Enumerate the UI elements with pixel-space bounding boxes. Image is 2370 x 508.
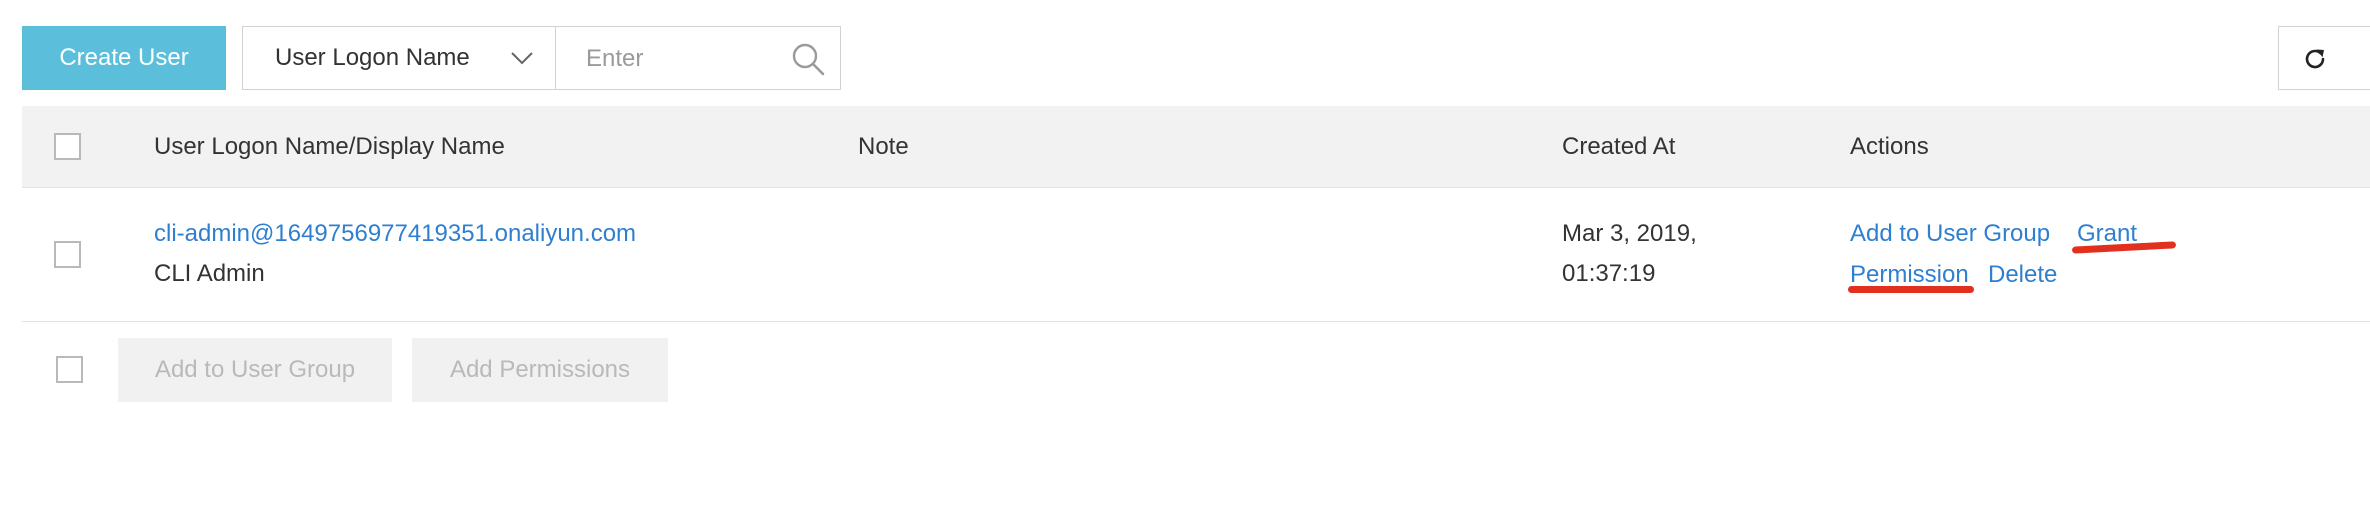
bulk-add-permissions-button[interactable]: Add Permissions	[412, 338, 668, 402]
filter-select-value: User Logon Name	[275, 44, 470, 71]
chevron-down-icon	[511, 52, 533, 65]
delete-user-action[interactable]: Delete	[1988, 255, 2057, 295]
refresh-icon	[2305, 49, 2325, 69]
created-at-date: Mar 3, 2019,	[1562, 220, 1697, 247]
table-header: User Logon Name/Display Name Note Create…	[22, 106, 2370, 188]
user-logon-name-link[interactable]: cli-admin@1649756977419351.onaliyun.com	[154, 214, 636, 254]
filter-field-select[interactable]: User Logon Name	[242, 26, 556, 90]
row-checkbox[interactable]	[54, 241, 81, 268]
column-header-note: Note	[858, 133, 909, 160]
users-table: User Logon Name/Display Name Note Create…	[22, 106, 2370, 322]
add-to-user-group-action[interactable]: Add to User Group	[1850, 214, 2050, 254]
refresh-button[interactable]	[2278, 26, 2370, 90]
search-box	[555, 26, 841, 90]
column-header-actions: Actions	[1850, 133, 1929, 160]
toolbar: Create User User Logon Name	[0, 0, 2370, 106]
created-at-time: 01:37:19	[1562, 260, 1656, 287]
search-icon[interactable]	[790, 41, 826, 77]
search-input[interactable]	[586, 39, 766, 79]
column-header-logon-name: User Logon Name/Display Name	[154, 133, 505, 160]
select-all-checkbox[interactable]	[54, 133, 81, 160]
user-display-name: CLI Admin	[154, 260, 265, 287]
annotation-underline-permission	[1848, 286, 1974, 293]
bulk-add-to-user-group-button[interactable]: Add to User Group	[118, 338, 392, 402]
column-header-created-at: Created At	[1562, 133, 1676, 160]
bulk-actions-bar: Add to User Group Add Permissions	[22, 338, 2370, 402]
bulk-select-checkbox[interactable]	[56, 356, 83, 383]
table-row: cli-admin@1649756977419351.onaliyun.com …	[22, 188, 2370, 322]
create-user-button[interactable]: Create User	[22, 26, 226, 90]
user-management-page: Create User User Logon Name User Logon	[0, 0, 2370, 508]
